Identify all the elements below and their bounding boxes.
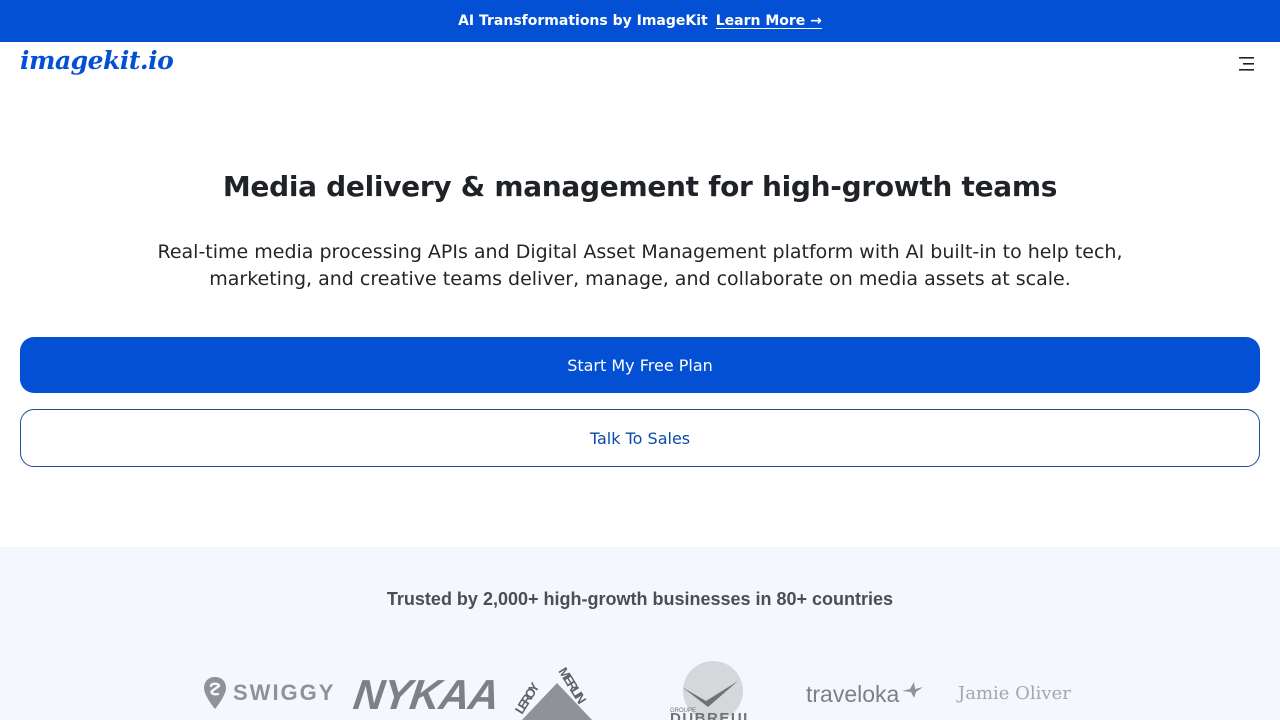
jamie-oliver-logo: Jamie Oliver xyxy=(958,683,1071,704)
swiggy-wordmark: SWIGGY xyxy=(233,680,336,705)
hero-subtitle: Real-time media processing APIs and Digi… xyxy=(157,241,1123,290)
groupe-dubreuil-logo: GROUPE DUBREUIL xyxy=(668,661,758,720)
navbar: imagekit.io xyxy=(0,42,1280,88)
traveloka-wordmark: traveloka xyxy=(806,681,900,707)
traveloka-logo: traveloka xyxy=(806,681,924,708)
swiggy-logo: SWIGGY xyxy=(203,675,335,711)
nykaa-logo: NYKAA xyxy=(350,671,502,718)
start-free-plan-button[interactable]: Start My Free Plan xyxy=(20,337,1260,393)
swiggy-pin-icon xyxy=(204,677,226,709)
talk-to-sales-button[interactable]: Talk To Sales xyxy=(20,409,1260,467)
learn-more-link[interactable]: Learn More → xyxy=(716,13,822,29)
hero-title: Media delivery & management for high-gro… xyxy=(222,170,1058,203)
trusted-by-section: Trusted by 2,000+ high-growth businesses… xyxy=(0,547,1280,720)
trusted-title: Trusted by 2,000+ high-growth businesses… xyxy=(386,589,894,609)
announcement-text: AI Transformations by ImageKit xyxy=(458,13,708,29)
leroy-merlin-logo: LEROY MERLIN xyxy=(512,665,600,720)
customer-logo-strip: SWIGGY NYKAA LEROY MERLIN GROUPE DUBREUI… xyxy=(0,657,1280,720)
dubreuil-wordmark: DUBREUIL xyxy=(670,710,748,720)
hamburger-menu-icon[interactable] xyxy=(1236,54,1260,74)
imagekit-logo[interactable]: imagekit.io xyxy=(20,46,174,75)
announcement-bar: AI Transformations by ImageKit Learn Mor… xyxy=(0,0,1280,42)
traveloka-bird-icon xyxy=(902,682,924,698)
